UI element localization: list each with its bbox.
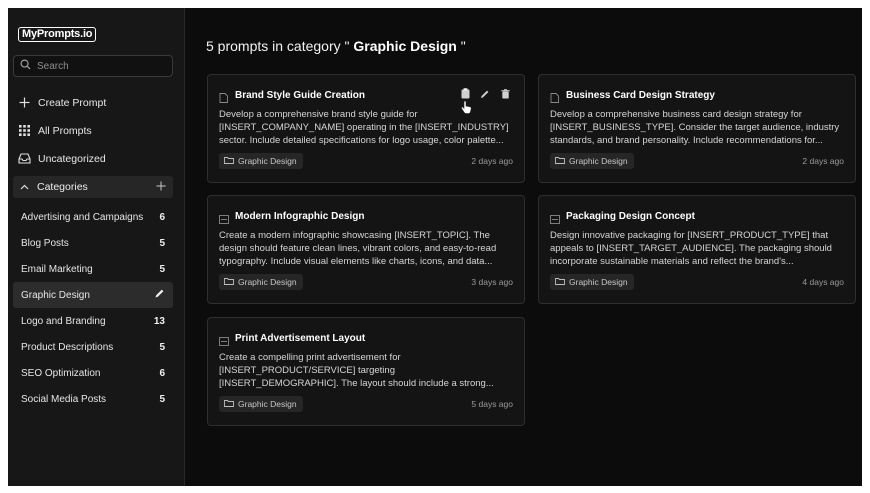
app-window: MyPrompts.io Create Prompt All Prompt <box>8 8 862 486</box>
category-count: 6 <box>159 367 165 379</box>
page-title: 5 prompts in category " Graphic Design " <box>206 38 466 54</box>
title-prefix: 5 prompts in category " <box>206 38 350 54</box>
uncategorized-label: Uncategorized <box>38 152 106 165</box>
categories-label: Categories <box>37 181 88 193</box>
document-icon <box>219 90 229 103</box>
image-icon <box>219 211 229 224</box>
add-category-icon[interactable] <box>156 181 166 194</box>
all-prompts-link[interactable]: All Prompts <box>18 124 92 137</box>
folder-icon <box>224 156 234 166</box>
category-item-email-marketing[interactable]: Email Marketing 5 <box>13 256 173 282</box>
logo[interactable]: MyPrompts.io <box>18 27 97 42</box>
prompt-title: Brand Style Guide Creation <box>235 89 366 101</box>
category-tag[interactable]: Graphic Design <box>219 274 303 290</box>
prompt-title: Modern Infographic Design <box>235 210 365 222</box>
prompt-title: Packaging Design Concept <box>566 210 695 222</box>
search-icon <box>20 57 31 75</box>
title-suffix: " <box>460 38 466 54</box>
grid-icon <box>18 124 31 137</box>
pencil-icon[interactable] <box>154 288 165 302</box>
category-tag[interactable]: Graphic Design <box>219 153 303 169</box>
category-label: SEO Optimization <box>21 367 101 379</box>
hand-cursor-icon <box>461 100 472 119</box>
tag-label: Graphic Design <box>569 277 628 287</box>
clipboard-icon[interactable] <box>460 88 470 99</box>
document-icon <box>550 90 560 103</box>
prompt-description: Design innovative packaging for [INSERT_… <box>550 230 832 267</box>
folder-icon <box>555 277 565 287</box>
create-prompt-label: Create Prompt <box>38 96 107 109</box>
prompt-date: 3 days ago <box>471 277 513 287</box>
prompt-description: Create a compelling print advertisement … <box>219 352 494 389</box>
category-label: Email Marketing <box>21 263 93 275</box>
category-count: 13 <box>153 315 165 327</box>
title-category: Graphic Design <box>349 38 461 54</box>
pencil-icon[interactable] <box>480 88 490 99</box>
create-prompt-button[interactable]: Create Prompt <box>18 96 106 109</box>
prompt-card[interactable]: Modern Infographic Design Create a moder… <box>207 195 525 304</box>
category-list: Advertising and Campaigns 6 Blog Posts 5… <box>13 204 173 412</box>
category-tag[interactable]: Graphic Design <box>550 274 634 290</box>
prompt-description: Create a modern infographic showcasing [… <box>219 230 497 267</box>
category-label: Advertising and Campaigns <box>21 211 144 223</box>
category-count: 6 <box>159 211 165 223</box>
category-item-product-descriptions[interactable]: Product Descriptions 5 <box>13 334 173 360</box>
search-box[interactable] <box>13 55 173 77</box>
all-prompts-label: All Prompts <box>38 124 92 137</box>
uncategorized-link[interactable]: Uncategorized <box>18 152 106 165</box>
category-item-logo-branding[interactable]: Logo and Branding 13 <box>13 308 173 334</box>
category-item-blog-posts[interactable]: Blog Posts 5 <box>13 230 173 256</box>
image-icon <box>219 333 229 346</box>
category-count: 5 <box>159 237 165 249</box>
inbox-icon <box>18 152 31 165</box>
folder-icon <box>555 156 565 166</box>
category-item-advertising[interactable]: Advertising and Campaigns 6 <box>13 204 173 230</box>
prompt-card[interactable]: Business Card Design Strategy Develop a … <box>538 74 856 183</box>
folder-icon <box>224 399 234 409</box>
category-label: Product Descriptions <box>21 341 114 353</box>
prompt-date: 2 days ago <box>471 156 513 166</box>
category-label: Logo and Branding <box>21 315 106 327</box>
prompt-date: 4 days ago <box>802 277 844 287</box>
categories-header[interactable]: Categories <box>13 176 173 198</box>
prompt-description: Develop a comprehensive business card de… <box>550 109 840 146</box>
tag-label: Graphic Design <box>238 277 297 287</box>
category-tag[interactable]: Graphic Design <box>219 396 303 412</box>
prompt-card[interactable]: Print Advertisement Layout Create a comp… <box>207 317 525 426</box>
prompt-title: Print Advertisement Layout <box>235 332 366 344</box>
category-item-social-media[interactable]: Social Media Posts 5 <box>13 386 173 412</box>
main-content: 5 prompts in category " Graphic Design "… <box>185 8 862 486</box>
logo-text: MyPrompts.io <box>18 27 97 42</box>
folder-icon <box>224 277 234 287</box>
category-label: Social Media Posts <box>21 393 107 405</box>
plus-icon <box>18 96 31 109</box>
category-item-seo[interactable]: SEO Optimization 6 <box>13 360 173 386</box>
prompt-date: 5 days ago <box>471 399 513 409</box>
tag-label: Graphic Design <box>569 156 628 166</box>
tag-label: Graphic Design <box>238 156 297 166</box>
card-actions <box>460 88 510 99</box>
prompt-card[interactable]: Brand Style Guide Creation Develop a com… <box>207 74 525 183</box>
category-count: 5 <box>159 341 165 353</box>
tag-label: Graphic Design <box>238 399 297 409</box>
category-label: Graphic Design <box>21 289 90 301</box>
category-label: Blog Posts <box>21 237 69 249</box>
category-count: 5 <box>159 263 165 275</box>
category-item-graphic-design[interactable]: Graphic Design <box>13 282 173 308</box>
sidebar: MyPrompts.io Create Prompt All Prompt <box>8 8 185 486</box>
category-count: 5 <box>159 393 165 405</box>
prompt-title: Business Card Design Strategy <box>566 89 715 101</box>
category-tag[interactable]: Graphic Design <box>550 153 634 169</box>
search-input[interactable] <box>37 60 167 72</box>
trash-icon[interactable] <box>500 88 510 99</box>
prompt-date: 2 days ago <box>802 156 844 166</box>
prompt-card[interactable]: Packaging Design Concept Design innovati… <box>538 195 856 304</box>
chevron-up-icon <box>20 181 29 193</box>
image-icon <box>550 211 560 224</box>
